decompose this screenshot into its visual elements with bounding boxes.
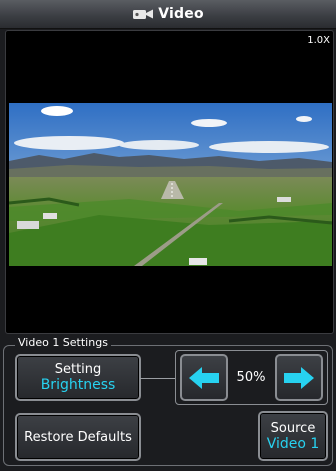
setting-button[interactable]: Setting Brightness [15,354,141,401]
arrow-right-icon [284,366,314,389]
zoom-level: 1.0X [307,35,330,46]
setting-button-label: Setting [54,362,102,377]
restore-defaults-button[interactable]: Restore Defaults [15,413,141,461]
increase-button[interactable] [275,354,323,401]
restore-defaults-label: Restore Defaults [24,429,132,445]
video-feed-image [9,103,332,266]
video-camera-icon [133,9,154,19]
setting-connector-line [140,378,176,379]
source-button[interactable]: Source Video 1 [258,411,328,461]
adjust-value: 50% [236,370,266,385]
source-button-label: Source [270,420,316,436]
source-button-value: Video 1 [266,435,320,452]
page-title: Video [158,6,204,22]
adjust-control: 50% [175,350,328,405]
title-bar: Video [0,0,336,29]
decrease-button[interactable] [180,354,228,401]
video-display[interactable]: 1.0X [5,30,334,334]
setting-button-value: Brightness [40,377,116,393]
settings-group-label: Video 1 Settings [15,336,111,349]
arrow-left-icon [189,366,219,389]
